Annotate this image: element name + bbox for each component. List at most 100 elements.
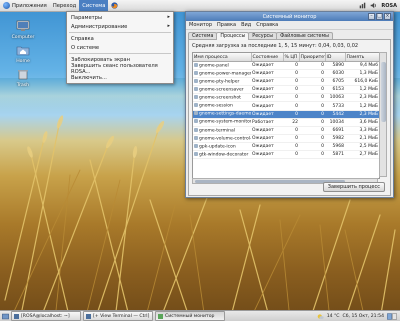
menu-edit[interactable]: Правка: [217, 22, 236, 28]
applications-menu[interactable]: Приложения: [0, 0, 50, 11]
table-row[interactable]: gnome-session Ожидает 0 0 5733 1,2 МиБ: [193, 101, 379, 111]
memory-cell: 1,3 МиБ: [345, 69, 379, 79]
cpu-cell: 0: [283, 126, 299, 135]
show-desktop-icon[interactable]: [2, 313, 9, 320]
temperature-label: 14 °C: [326, 313, 340, 319]
end-process-button[interactable]: Завершить процесс: [322, 182, 385, 192]
window-menubar: Монитор Правка Вид Справка: [186, 21, 393, 30]
table-row[interactable]: gpk-update-icon Ожидает 0 0 5968 2,5 МиБ: [193, 142, 379, 152]
process-name-text: gnome-screensaver: [199, 87, 244, 93]
vertical-scrollbar[interactable]: [379, 52, 387, 177]
scrollbar-thumb[interactable]: [381, 62, 386, 122]
menu-item-label: Справка: [71, 35, 94, 42]
applications-menu-label: Приложения: [12, 2, 47, 9]
status-cell: Ожидает: [251, 134, 283, 143]
status-cell: Ожидает: [251, 85, 283, 95]
desktop-icon-computer[interactable]: Computer: [10, 20, 36, 40]
pid-cell: 5442: [325, 110, 345, 119]
process-name-cell: gnome-screenshot: [193, 93, 251, 103]
volume-icon[interactable]: [370, 2, 377, 9]
pid-cell: 10063: [325, 93, 345, 103]
table-row[interactable]: gtk-window-decorator Ожидает 0 0 5871 2,7 МиБ: [193, 150, 379, 160]
process-name-cell: gnome-settings-daemon: [193, 110, 251, 119]
minimize-button[interactable]: –: [368, 13, 375, 20]
column-header-status[interactable]: Состояние: [251, 53, 284, 62]
table-row[interactable]: gnome-terminal Ожидает 0 0 6691 3,3 МиБ: [193, 126, 379, 135]
column-header-name[interactable]: Имя процесса: [193, 53, 252, 62]
network-icon[interactable]: [359, 2, 366, 9]
column-header-cpu[interactable]: % ЦП: [283, 53, 300, 62]
clock-label[interactable]: Сб, 15 Окт, 21:54: [343, 314, 385, 319]
system-menu[interactable]: Система: [79, 0, 109, 11]
menu-item-label: Администрирование: [71, 23, 128, 30]
status-cell: Работает: [251, 118, 283, 127]
process-table-body: gnome-panel Ожидает 0 0 5890 9,4 Миб gnome-pow…: [193, 61, 379, 160]
tab-processes[interactable]: Процессы: [216, 32, 250, 40]
pid-cell: 5968: [325, 142, 345, 152]
status-cell: Ожидает: [251, 93, 283, 103]
status-cell: Ожидает: [251, 150, 283, 160]
priority-cell: 0: [299, 118, 325, 127]
table-row[interactable]: gnome-settings-daemon Ожидает 0 0 5442 2,3 Ми…: [193, 110, 379, 119]
process-name-text: gnome-volume-control-ap: [199, 136, 251, 142]
table-row[interactable]: gnome-pty-helper Ожидает 0 0 6705 616,0 КиБ: [193, 77, 379, 87]
process-icon: [194, 127, 198, 132]
close-button[interactable]: ×: [384, 13, 391, 20]
cpu-cell: 0: [283, 61, 299, 71]
table-row[interactable]: gnome-system-monitor Работает 22 0 10034 3,6 …: [193, 118, 379, 127]
pid-cell: 6691: [325, 126, 345, 135]
column-header-priority[interactable]: Приоритет: [299, 53, 326, 62]
places-menu[interactable]: Переход: [50, 0, 79, 11]
menu-separator: [69, 53, 171, 54]
priority-cell: 0: [299, 101, 325, 111]
menu-item-administration[interactable]: Администрирование ▸: [67, 22, 173, 31]
desktop-icon-home[interactable]: Home: [10, 44, 36, 64]
table-row[interactable]: gnome-screenshot Ожидает 0 0 10063 2,3 МиБ: [193, 93, 379, 103]
menu-item-preferences[interactable]: Параметры ▸: [67, 13, 173, 22]
priority-cell: 0: [299, 126, 325, 135]
window-title-bar[interactable]: Системный монитор – □ ×: [186, 12, 393, 21]
workspace-switcher-icon[interactable]: [387, 312, 397, 320]
process-name-cell: gnome-panel: [193, 61, 251, 71]
pid-cell: 6030: [325, 69, 345, 79]
cpu-cell: 0: [283, 142, 299, 152]
menu-item-label: О системе: [71, 44, 100, 51]
table-row[interactable]: gnome-power-manager Ожидает 0 0 6030 1,3 МиБ: [193, 69, 379, 79]
menu-item-log-out[interactable]: Завершить сеанс пользователя ROSA...: [67, 63, 173, 75]
table-row[interactable]: gnome-screensaver Ожидает 0 0 6153 1,2 МиБ: [193, 85, 379, 95]
desktop-icon-trash[interactable]: Trash: [10, 68, 36, 88]
process-name-cell: gnome-terminal: [193, 126, 251, 135]
terminal-icon: [86, 313, 91, 319]
status-cell: Ожидает: [251, 101, 283, 111]
pid-cell: 10034: [325, 118, 345, 127]
menu-item-about[interactable]: О системе: [67, 43, 173, 52]
priority-cell: 0: [299, 61, 325, 71]
process-name-text: gnome-terminal: [199, 128, 236, 134]
memory-cell: 2,5 МиБ: [345, 142, 379, 152]
table-row[interactable]: gnome-panel Ожидает 0 0 5890 9,4 Миб: [193, 61, 379, 71]
priority-cell: 0: [299, 69, 325, 79]
firefox-launcher-icon[interactable]: [111, 2, 119, 9]
menu-item-help[interactable]: Справка: [67, 34, 173, 43]
menu-help[interactable]: Справка: [256, 22, 278, 28]
process-name-text: gnome-power-manager: [199, 71, 251, 77]
table-row[interactable]: gnome-volume-control-apОжидает0059822,1 …: [193, 134, 379, 143]
menu-view[interactable]: Вид: [241, 22, 251, 28]
menu-monitor[interactable]: Монитор: [189, 22, 212, 28]
submenu-arrow-icon: ▸: [167, 23, 170, 29]
weather-icon[interactable]: [317, 313, 324, 320]
process-name-cell: gnome-screensaver: [193, 85, 251, 95]
bottom-panel-tray: 14 °C Сб, 15 Окт, 21:54: [317, 312, 400, 320]
process-icon: [194, 151, 198, 156]
process-icon: [194, 111, 198, 116]
memory-cell: 9,4 Миб: [345, 61, 379, 71]
column-header-memory[interactable]: Память: [345, 53, 379, 62]
pid-cell: 5890: [325, 61, 345, 71]
column-header-id[interactable]: ID: [325, 53, 346, 62]
cpu-cell: 0: [283, 93, 299, 103]
trash-icon: [18, 70, 28, 80]
desktop-icon-label: Computer: [11, 35, 35, 40]
maximize-button[interactable]: □: [376, 13, 383, 20]
menu-item-shut-down[interactable]: Выключить...: [67, 73, 173, 82]
user-name-label[interactable]: ROSA: [381, 3, 397, 9]
